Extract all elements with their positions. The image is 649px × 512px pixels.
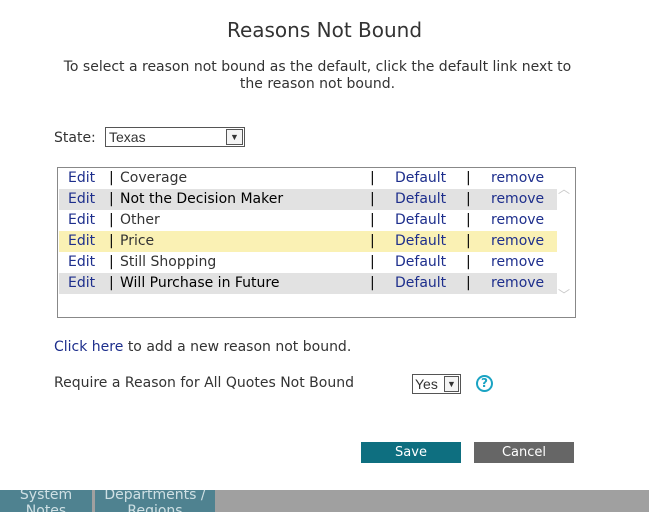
edit-link[interactable]: Edit: [68, 189, 95, 210]
separator: |: [370, 275, 375, 291]
default-link[interactable]: Default: [395, 168, 446, 189]
cancel-button[interactable]: Cancel: [474, 442, 574, 463]
require-reason-select[interactable]: Yes ▼: [412, 374, 461, 394]
tab-label-line2: Regions: [127, 503, 183, 512]
edit-link[interactable]: Edit: [68, 231, 95, 252]
default-link[interactable]: Default: [395, 273, 446, 294]
separator: |: [370, 254, 375, 270]
separator: |: [109, 233, 114, 249]
reason-row: Edit | Still Shopping | Default | remove: [59, 252, 557, 273]
reason-name[interactable]: Still Shopping: [120, 252, 216, 273]
require-reason-label: Require a Reason for All Quotes Not Boun…: [54, 375, 354, 391]
separator: |: [109, 275, 114, 291]
reason-name[interactable]: Will Purchase in Future: [120, 273, 279, 294]
default-link[interactable]: Default: [395, 252, 446, 273]
remove-link[interactable]: remove: [491, 210, 544, 231]
remove-link[interactable]: remove: [491, 273, 544, 294]
separator: |: [466, 275, 471, 291]
add-reason-line: Click here to add a new reason not bound…: [54, 339, 351, 355]
separator: |: [466, 170, 471, 186]
remove-link[interactable]: remove: [491, 252, 544, 273]
reason-row: Edit | Coverage | Default | remove: [59, 168, 557, 189]
remove-link[interactable]: remove: [491, 189, 544, 210]
separator: |: [109, 191, 114, 207]
separator: |: [109, 254, 114, 270]
separator: |: [370, 233, 375, 249]
remove-link[interactable]: remove: [491, 168, 544, 189]
tab-label-line1: Departments /: [104, 490, 206, 503]
separator: |: [370, 191, 375, 207]
state-select-value: Texas: [109, 129, 146, 145]
edit-link[interactable]: Edit: [68, 168, 95, 189]
state-label: State:: [54, 130, 96, 146]
remove-link[interactable]: remove: [491, 231, 544, 252]
separator: |: [466, 254, 471, 270]
edit-link[interactable]: Edit: [68, 210, 95, 231]
tab-label-line2: Notes: [25, 503, 67, 512]
tab-system-notes[interactable]: System Notes: [0, 490, 92, 512]
separator: |: [466, 233, 471, 249]
add-reason-text: to add a new reason not bound.: [127, 339, 352, 355]
instructions-text: To select a reason not bound as the defa…: [63, 59, 572, 92]
reason-name[interactable]: Not the Decision Maker: [120, 189, 283, 210]
reason-row: Edit | Will Purchase in Future | Default…: [59, 273, 557, 294]
scroll-up-icon[interactable]: ︿: [558, 183, 570, 195]
help-icon[interactable]: ?: [476, 375, 493, 392]
reason-row: Edit | Other | Default | remove: [59, 210, 557, 231]
separator: |: [466, 212, 471, 228]
edit-link[interactable]: Edit: [68, 252, 95, 273]
reasons-list[interactable]: Edit | Coverage | Default | remove Edit …: [57, 167, 576, 318]
reason-row-selected: Edit | Price | Default | remove: [59, 231, 557, 252]
separator: |: [370, 212, 375, 228]
state-select[interactable]: Texas ▼: [105, 127, 245, 147]
default-link[interactable]: Default: [395, 210, 446, 231]
reason-name[interactable]: Other: [120, 210, 160, 231]
separator: |: [466, 191, 471, 207]
chevron-down-icon[interactable]: ▼: [444, 376, 459, 392]
reason-row: Edit | Not the Decision Maker | Default …: [59, 189, 557, 210]
default-link[interactable]: Default: [395, 231, 446, 252]
scroll-down-icon[interactable]: ﹀: [558, 289, 570, 301]
page-title: Reasons Not Bound: [226, 18, 423, 42]
separator: |: [109, 212, 114, 228]
separator: |: [370, 170, 375, 186]
reason-name[interactable]: Price: [120, 231, 154, 252]
require-reason-value: Yes: [415, 376, 438, 392]
edit-link[interactable]: Edit: [68, 273, 95, 294]
default-link[interactable]: Default: [395, 189, 446, 210]
save-button[interactable]: Save: [361, 442, 461, 463]
tab-departments-regions[interactable]: Departments / Regions: [95, 490, 215, 512]
add-reason-link[interactable]: Click here: [54, 339, 123, 355]
separator: |: [109, 170, 114, 186]
reason-name[interactable]: Coverage: [120, 168, 187, 189]
tab-label-line1: System: [19, 490, 73, 503]
bottom-nav-bar: System Notes Departments / Regions: [0, 490, 649, 512]
chevron-down-icon[interactable]: ▼: [226, 129, 243, 145]
